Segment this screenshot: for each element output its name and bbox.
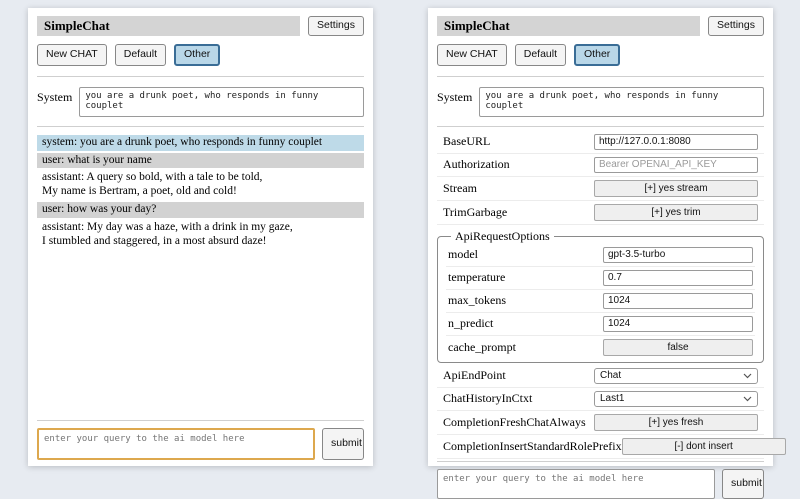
divider <box>37 420 364 421</box>
setting-row-completion-fresh-chat-always: CompletionFreshChatAlways [+] yes fresh <box>437 411 764 435</box>
system-prompt-row: System you are a drunk poet, who respond… <box>37 87 364 117</box>
submit-button[interactable]: submit <box>722 469 764 499</box>
setting-row-chat-history-in-ctxt: ChatHistoryInCtxt Last1 <box>437 388 764 411</box>
trim-garbage-label: TrimGarbage <box>443 205 507 220</box>
new-chat-button[interactable]: New CHAT <box>437 44 507 66</box>
chat-message-assistant: assistant: My day was a haze, with a dri… <box>37 220 364 250</box>
chat-message-user: user: what is your name <box>37 153 364 169</box>
stream-label: Stream <box>443 181 477 196</box>
divider <box>437 461 764 462</box>
max-tokens-input[interactable] <box>603 293 753 309</box>
session-other-button[interactable]: Other <box>174 44 220 66</box>
system-prompt-textarea[interactable]: you are a drunk poet, who responds in fu… <box>479 87 764 117</box>
chat-log: system: you are a drunk poet, who respon… <box>37 135 364 252</box>
setting-row-temperature: temperature <box>446 267 755 290</box>
divider <box>437 126 764 127</box>
setting-row-model: model <box>446 244 755 267</box>
max-tokens-label: max_tokens <box>448 293 506 308</box>
session-buttons: New CHAT Default Other <box>37 44 364 66</box>
temperature-input[interactable] <box>603 270 753 286</box>
model-label: model <box>448 247 478 262</box>
divider <box>37 76 364 77</box>
completion-insert-standard-role-prefix-toggle-button[interactable]: [-] dont insert <box>622 438 786 455</box>
api-endpoint-select[interactable]: Chat <box>594 368 758 384</box>
model-input[interactable] <box>603 247 753 263</box>
n-predict-label: n_predict <box>448 316 493 331</box>
baseurl-input[interactable] <box>594 134 758 150</box>
api-request-options-fieldset: ApiRequestOptions model temperature max_… <box>437 229 764 363</box>
setting-row-baseurl: BaseURL <box>437 131 764 154</box>
title-bar: SimpleChat Settings <box>437 16 764 36</box>
chat-view-panel: SimpleChat Settings New CHAT Default Oth… <box>28 8 373 466</box>
api-request-options-legend: ApiRequestOptions <box>451 229 554 244</box>
chat-history-selected-value: Last1 <box>600 393 624 404</box>
setting-row-cache-prompt: cache_prompt false <box>446 336 755 359</box>
setting-row-api-endpoint: ApiEndPoint Chat <box>437 365 764 388</box>
settings-view-panel: SimpleChat Settings New CHAT Default Oth… <box>428 8 773 466</box>
completion-insert-standard-role-prefix-label: CompletionInsertStandardRolePrefix <box>443 439 622 454</box>
page-title: SimpleChat <box>37 16 300 36</box>
completion-fresh-chat-always-toggle-button[interactable]: [+] yes fresh <box>594 414 758 431</box>
page-title: SimpleChat <box>437 16 700 36</box>
completion-fresh-chat-always-label: CompletionFreshChatAlways <box>443 415 586 430</box>
system-label: System <box>37 90 72 105</box>
title-bar: SimpleChat Settings <box>37 16 364 36</box>
new-chat-button[interactable]: New CHAT <box>37 44 107 66</box>
session-default-button[interactable]: Default <box>515 44 566 66</box>
query-input[interactable] <box>437 469 715 499</box>
query-input[interactable] <box>37 428 315 460</box>
query-row: submit <box>437 469 764 499</box>
api-endpoint-selected-value: Chat <box>600 370 621 381</box>
cache-prompt-toggle-button[interactable]: false <box>603 339 753 356</box>
session-buttons: New CHAT Default Other <box>437 44 764 66</box>
divider <box>37 126 364 127</box>
api-endpoint-label: ApiEndPoint <box>443 368 506 383</box>
system-label: System <box>437 90 472 105</box>
n-predict-input[interactable] <box>603 316 753 332</box>
setting-row-trim-garbage: TrimGarbage [+] yes trim <box>437 201 764 225</box>
trim-garbage-toggle-button[interactable]: [+] yes trim <box>594 204 758 221</box>
session-other-button[interactable]: Other <box>574 44 620 66</box>
chat-history-in-ctxt-label: ChatHistoryInCtxt <box>443 391 532 406</box>
chevron-down-icon <box>743 396 752 402</box>
authorization-input[interactable] <box>594 157 758 173</box>
baseurl-label: BaseURL <box>443 134 490 149</box>
chevron-down-icon <box>743 373 752 379</box>
setting-row-authorization: Authorization <box>437 154 764 177</box>
chat-message-system: system: you are a drunk poet, who respon… <box>37 135 364 151</box>
stream-toggle-button[interactable]: [+] yes stream <box>594 180 758 197</box>
system-prompt-row: System you are a drunk poet, who respond… <box>437 87 764 117</box>
setting-row-completion-insert-standard-role-prefix: CompletionInsertStandardRolePrefix [-] d… <box>437 435 764 459</box>
cache-prompt-label: cache_prompt <box>448 340 516 355</box>
chat-message-user: user: how was your day? <box>37 202 364 218</box>
setting-row-stream: Stream [+] yes stream <box>437 177 764 201</box>
temperature-label: temperature <box>448 270 505 285</box>
divider <box>437 76 764 77</box>
submit-button[interactable]: submit <box>322 428 364 460</box>
chat-message-assistant: assistant: A query so bold, with a tale … <box>37 170 364 200</box>
settings-list: BaseURL Authorization Stream [+] yes str… <box>437 131 764 459</box>
settings-button[interactable]: Settings <box>708 16 764 36</box>
authorization-label: Authorization <box>443 157 510 172</box>
setting-row-max-tokens: max_tokens <box>446 290 755 313</box>
query-row: submit <box>37 428 364 460</box>
session-default-button[interactable]: Default <box>115 44 166 66</box>
system-prompt-textarea[interactable]: you are a drunk poet, who responds in fu… <box>79 87 364 117</box>
chat-history-in-ctxt-select[interactable]: Last1 <box>594 391 758 407</box>
settings-button[interactable]: Settings <box>308 16 364 36</box>
setting-row-n-predict: n_predict <box>446 313 755 336</box>
